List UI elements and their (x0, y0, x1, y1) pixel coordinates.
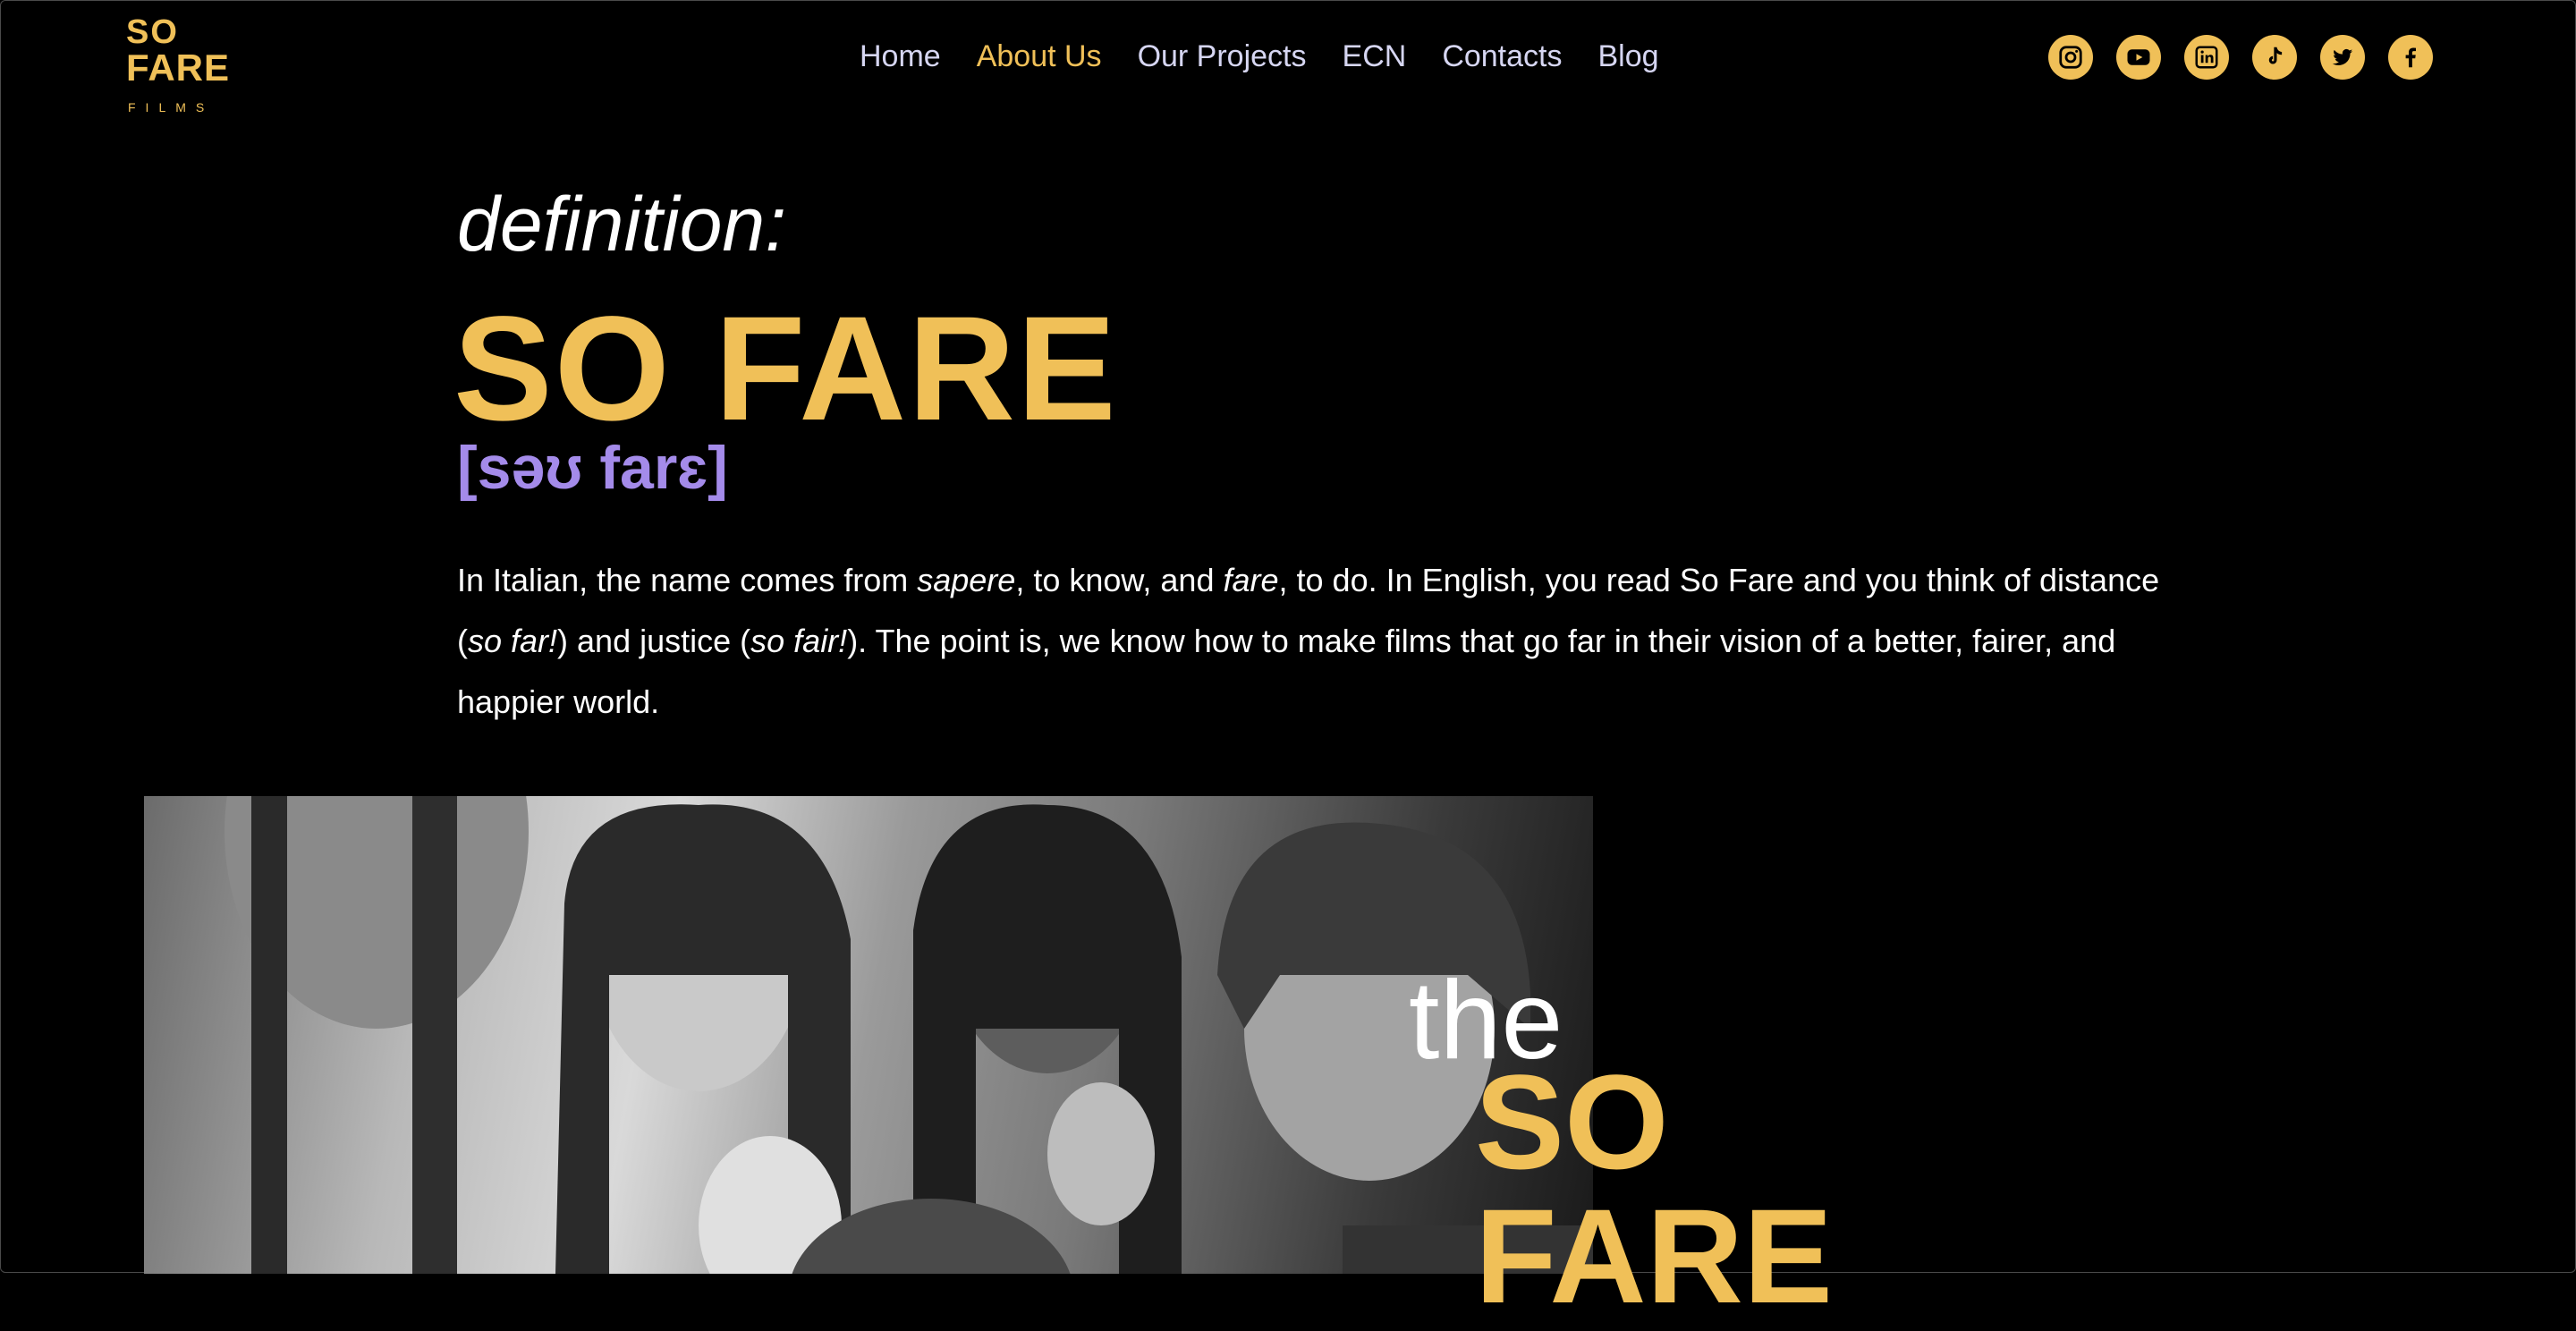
nav-contacts[interactable]: Contacts (1442, 35, 1562, 78)
so-fare-films-logo[interactable]: SO FARE FILMS (126, 13, 242, 114)
paragraph-italic-so-far: so far! (468, 623, 558, 659)
nav-about-us[interactable]: About Us (977, 35, 1102, 78)
nav-our-projects[interactable]: Our Projects (1138, 35, 1307, 78)
nav-home[interactable]: Home (860, 35, 941, 78)
hero-fare-text: FARE (1475, 1181, 1834, 1331)
paragraph-italic-fare: fare (1223, 562, 1279, 598)
paragraph-italic-so-fair: so fair! (750, 623, 848, 659)
linkedin-icon[interactable] (2184, 35, 2229, 80)
hero-so-text: SO (1475, 1047, 1669, 1197)
logo-line-films: FILMS (128, 100, 215, 114)
paragraph-italic-sapere: sapere (917, 562, 1016, 598)
logo-line-fare: FARE (126, 47, 231, 89)
definition-paragraph: In Italian, the name comes from sapere, … (457, 550, 2165, 733)
nav-blog[interactable]: Blog (1598, 35, 1659, 78)
team-photo (144, 796, 1593, 1274)
nav-ecn[interactable]: ECN (1343, 35, 1407, 78)
logo-line-so: SO (126, 13, 179, 51)
definition-label: definition: (457, 182, 787, 267)
instagram-icon[interactable] (2048, 35, 2093, 80)
twitter-icon[interactable] (2320, 35, 2365, 80)
tiktok-icon[interactable] (2252, 35, 2297, 80)
paragraph-text: , to know, and (1015, 562, 1224, 598)
facebook-icon[interactable] (2388, 35, 2433, 80)
paragraph-text: In Italian, the name comes from (457, 562, 918, 598)
paragraph-text: ) and justice ( (557, 623, 751, 659)
definition-title: SO FARE (453, 286, 1118, 452)
youtube-icon[interactable] (2116, 35, 2161, 80)
main-nav: Home About Us Our Projects ECN Contacts … (860, 35, 1659, 78)
team-photo-illustration (225, 796, 1593, 1274)
social-links (2048, 35, 2433, 80)
phonetic-transcription: [səʊ farɛ] (457, 434, 728, 502)
